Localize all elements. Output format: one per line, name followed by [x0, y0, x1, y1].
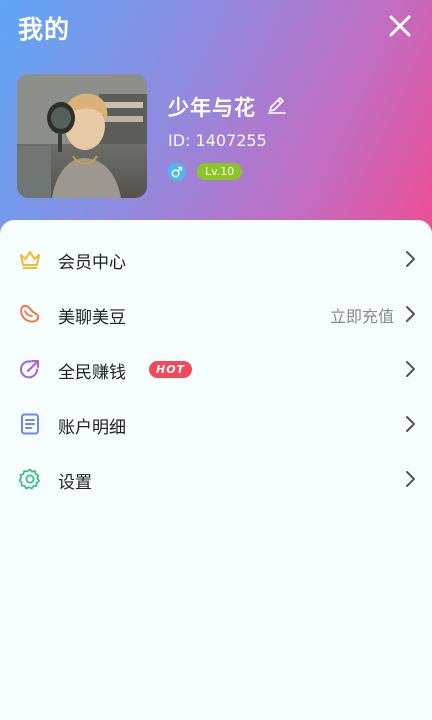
male-gender-icon — [168, 163, 186, 181]
profile-header: 我的 少年与花 ID: 1407255 Lv.10 — [0, 0, 432, 240]
chevron-right-icon — [406, 251, 415, 267]
hot-badge: HOT — [149, 361, 193, 378]
crown-icon — [20, 251, 40, 269]
chevron-right-icon — [406, 471, 415, 487]
user-id-label: ID: — [168, 131, 191, 150]
menu-item-vip-center[interactable]: 会员中心 — [0, 232, 432, 286]
menu-item-account-details[interactable]: 账户明细 — [0, 397, 432, 451]
menu-item-label: 全民赚钱 — [58, 363, 126, 383]
share-arrow-icon — [20, 360, 39, 379]
menu-item-label: 设置 — [58, 473, 92, 493]
recharge-link[interactable]: 立即充值 — [330, 303, 394, 327]
chevron-right-icon — [406, 306, 415, 322]
nickname: 少年与花 — [168, 96, 256, 120]
chevron-right-icon — [406, 361, 415, 377]
menu-item-settings[interactable]: 设置 — [0, 452, 432, 506]
bean-icon — [20, 304, 40, 323]
page-title: 我的 — [18, 15, 71, 44]
chevron-right-icon — [406, 416, 415, 432]
user-id: ID: 1407255 — [168, 131, 267, 150]
level-badge: Lv.10 — [197, 163, 243, 180]
menu-item-label: 美聊美豆 — [58, 308, 126, 328]
menu-item-label: 账户明细 — [58, 418, 126, 438]
avatar[interactable] — [17, 74, 147, 198]
user-id-value: 1407255 — [195, 131, 267, 150]
menu-item-earn-money[interactable]: 全民赚钱 HOT — [0, 342, 432, 396]
menu-list: 会员中心 美聊美豆 立即充值 全民赚钱 HOT 账户明细 设置 — [0, 220, 432, 720]
menu-item-beans[interactable]: 美聊美豆 立即充值 — [0, 287, 432, 341]
menu-item-label: 会员中心 — [58, 253, 126, 273]
close-icon[interactable] — [386, 12, 414, 40]
edit-pencil-icon[interactable] — [266, 94, 288, 116]
document-list-icon — [21, 413, 39, 435]
gear-icon — [18, 468, 40, 490]
